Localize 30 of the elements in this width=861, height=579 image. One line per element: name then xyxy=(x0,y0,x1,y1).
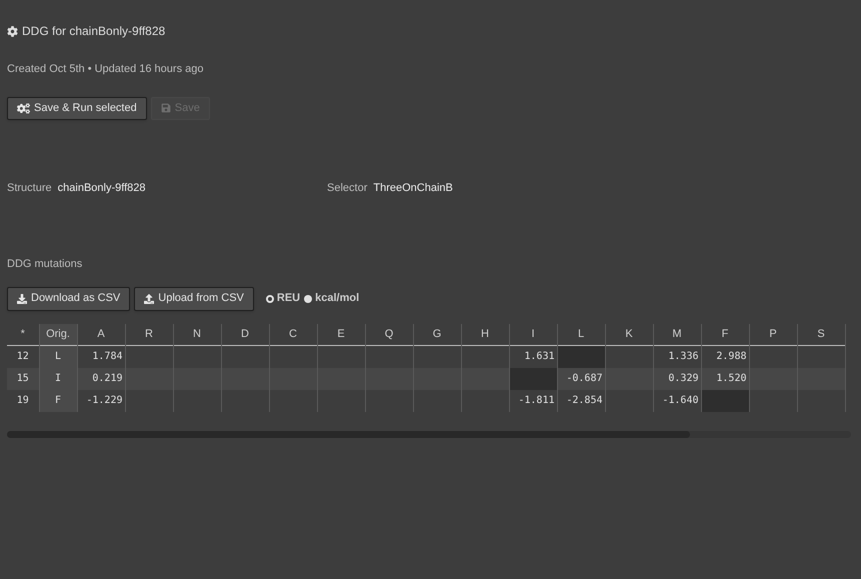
native-cell xyxy=(509,368,557,390)
column-header: Orig. xyxy=(39,324,77,346)
meta-text: Created Oct 5th • Updated 16 hours ago xyxy=(7,62,204,77)
page-title: DDG for chainBonly-9ff828 xyxy=(22,23,166,40)
field-value: chainBonly-9ff828 xyxy=(58,180,146,196)
field-label: Selector xyxy=(327,180,368,196)
native-cell xyxy=(557,346,605,368)
save-run-button[interactable]: Save & Run selected xyxy=(7,96,147,120)
section-title: DDG mutations xyxy=(7,257,84,272)
radio-button[interactable] xyxy=(304,294,312,302)
orig-cell: L xyxy=(39,346,77,368)
radio-label: REU xyxy=(276,291,300,306)
orig-cell: F xyxy=(39,390,77,412)
radio-label: kcal/mol xyxy=(315,291,360,306)
native-cell xyxy=(701,390,749,412)
value-cell[interactable]: -1.811 xyxy=(509,390,557,412)
download-csv-button[interactable]: Download as CSV xyxy=(7,286,130,310)
field-value: ThreeOnChainB xyxy=(373,180,453,196)
radio-button[interactable] xyxy=(266,294,274,302)
gears-icon xyxy=(17,102,30,114)
gear-icon xyxy=(7,26,18,36)
field-label: Structure xyxy=(7,180,52,196)
value-cell[interactable]: -1.640 xyxy=(653,390,701,412)
download-icon xyxy=(17,294,27,304)
value-cell[interactable]: -1.229 xyxy=(77,390,125,412)
upload-csv-button[interactable]: Upload from CSV xyxy=(134,286,254,310)
upload-icon xyxy=(144,294,154,304)
value-cell[interactable]: -2.854 xyxy=(557,390,605,412)
orig-cell: I xyxy=(39,368,77,390)
position-cell: 19 xyxy=(7,390,39,412)
